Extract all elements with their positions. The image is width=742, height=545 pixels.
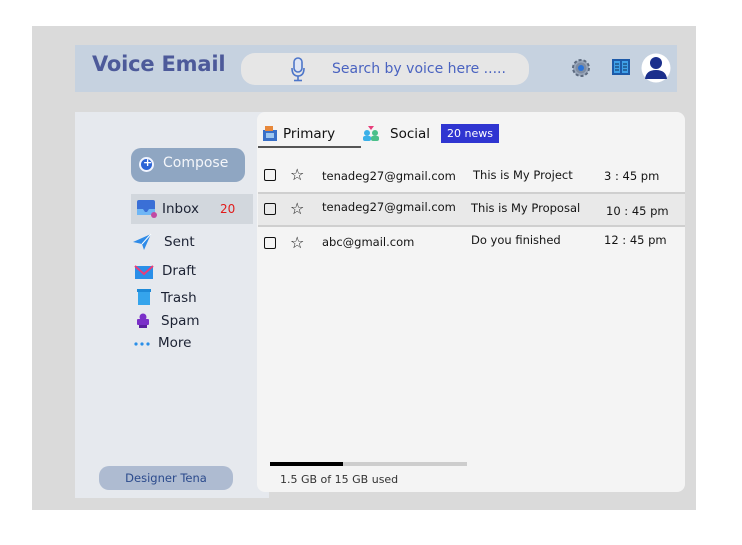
row-checkbox[interactable] (264, 203, 276, 215)
star-icon[interactable]: ☆ (290, 235, 304, 251)
star-icon[interactable]: ☆ (290, 167, 304, 183)
active-tab-indicator (258, 146, 361, 148)
storage-bar-fill (270, 462, 343, 466)
email-subject: Do you finished (471, 233, 561, 247)
primary-inbox-icon[interactable] (262, 124, 278, 146)
email-sender: abc@gmail.com (322, 235, 415, 249)
sidebar-item-sent[interactable]: Sent (164, 234, 195, 250)
inbox-icon (136, 199, 158, 223)
star-icon[interactable]: ☆ (290, 201, 304, 217)
settings-icon[interactable] (570, 57, 592, 83)
row-divider (258, 192, 685, 194)
sidebar-item-more[interactable]: More (158, 335, 191, 351)
profile-icon[interactable] (641, 52, 671, 88)
mail-icon[interactable] (134, 264, 154, 284)
layout-icon[interactable] (611, 58, 631, 80)
spam-icon[interactable] (136, 313, 150, 333)
tab-social[interactable]: Social (390, 126, 430, 142)
sidebar-item-draft[interactable]: Draft (162, 263, 196, 279)
email-time: 12 : 45 pm (604, 233, 667, 247)
storage-bar (270, 462, 467, 466)
send-icon[interactable] (132, 233, 152, 255)
email-subject: This is My Project (473, 168, 573, 182)
trash-icon[interactable] (136, 288, 152, 310)
microphone-icon[interactable] (290, 57, 306, 87)
compose-label: Compose (163, 155, 229, 171)
tab-primary[interactable]: Primary (283, 126, 335, 142)
storage-usage-text: 1.5 GB of 15 GB used (280, 473, 399, 486)
sidebar-item-spam[interactable]: Spam (161, 313, 200, 329)
plus-icon (139, 156, 154, 172)
row-divider (258, 225, 685, 227)
app-title: Voice Email (92, 52, 226, 76)
email-time: 3 : 45 pm (604, 169, 660, 183)
compose-button[interactable]: Compose (131, 148, 245, 182)
designer-credit: Designer Tena (99, 466, 233, 490)
email-subject: This is My Proposal (471, 201, 581, 215)
search-placeholder[interactable]: Search by voice here ..... (332, 61, 506, 77)
row-checkbox[interactable] (264, 169, 276, 181)
row-checkbox[interactable] (264, 237, 276, 249)
sidebar-item-label: Inbox (162, 201, 199, 217)
sidebar-item-trash[interactable]: Trash (161, 290, 197, 306)
inbox-count-badge: 20 (220, 202, 236, 216)
social-news-badge[interactable]: 20 news (441, 124, 499, 143)
email-time: 10 : 45 pm (606, 204, 669, 218)
email-sender: tenadeg27@gmail.com (322, 169, 456, 183)
people-icon[interactable] (360, 124, 382, 146)
more-icon[interactable] (133, 335, 151, 351)
email-sender: tenadeg27@gmail.com (322, 200, 456, 214)
